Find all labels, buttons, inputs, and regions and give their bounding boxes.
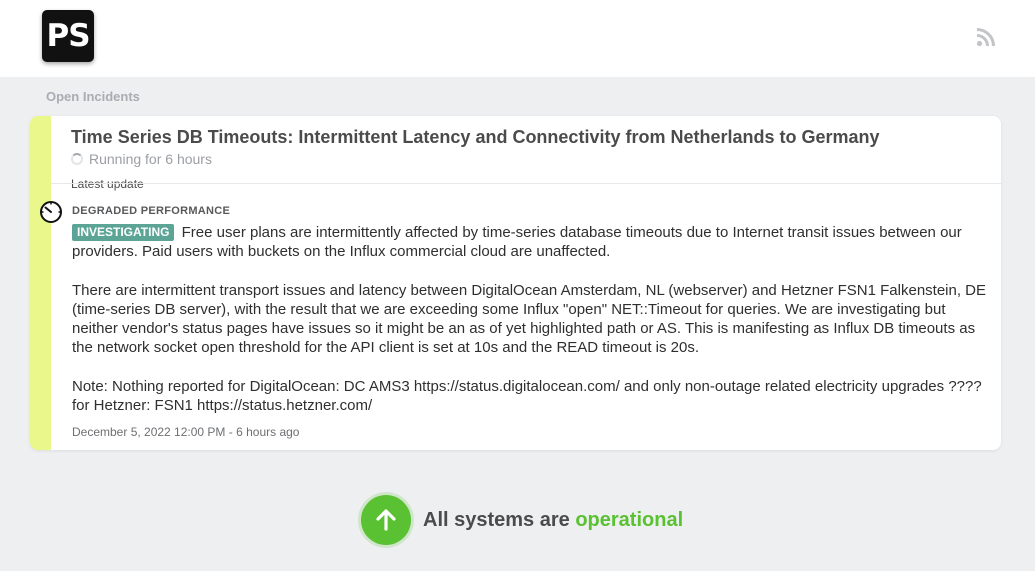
incident-duration: Running for 6 hours <box>71 151 212 167</box>
rss-icon[interactable] <box>976 27 996 47</box>
update-timestamp: December 5, 2022 12:00 PM - 6 hours ago <box>72 425 300 439</box>
arrow-up-icon <box>376 509 396 531</box>
status-circle <box>361 495 411 545</box>
update-body: INVESTIGATING Free user plans are interm… <box>72 223 987 415</box>
incident-card: Time Series DB Timeouts: Intermittent La… <box>30 116 1001 450</box>
status-text: All systems are operational <box>423 509 683 532</box>
impact-stripe <box>30 116 51 450</box>
update-paragraph-2: There are intermittent transport issues … <box>72 281 987 357</box>
update-paragraph-1: INVESTIGATING Free user plans are interm… <box>72 223 987 262</box>
status-prefix: All systems are <box>423 508 570 531</box>
update-paragraph-3: Note: Nothing reported for DigitalOcean:… <box>72 377 982 415</box>
page-header: PS <box>0 0 1035 77</box>
update-status: DEGRADED PERFORMANCE <box>72 205 231 217</box>
running-text: Running for 6 hours <box>89 151 212 167</box>
logo[interactable]: PS <box>42 10 94 62</box>
spinner-icon <box>71 153 83 165</box>
incident-title[interactable]: Time Series DB Timeouts: Intermittent La… <box>71 127 880 148</box>
status-badge: INVESTIGATING <box>72 224 175 241</box>
open-incidents-label: Open Incidents <box>46 89 140 104</box>
gauge-icon <box>40 201 62 223</box>
logo-text: PS <box>46 18 90 54</box>
paragraph-1-text: Free user plans are intermittently affec… <box>72 224 962 261</box>
system-status: All systems are operational <box>361 495 683 545</box>
latest-update-label: Latest update <box>71 177 144 191</box>
divider <box>51 183 1001 184</box>
status-state: operational <box>575 508 684 531</box>
